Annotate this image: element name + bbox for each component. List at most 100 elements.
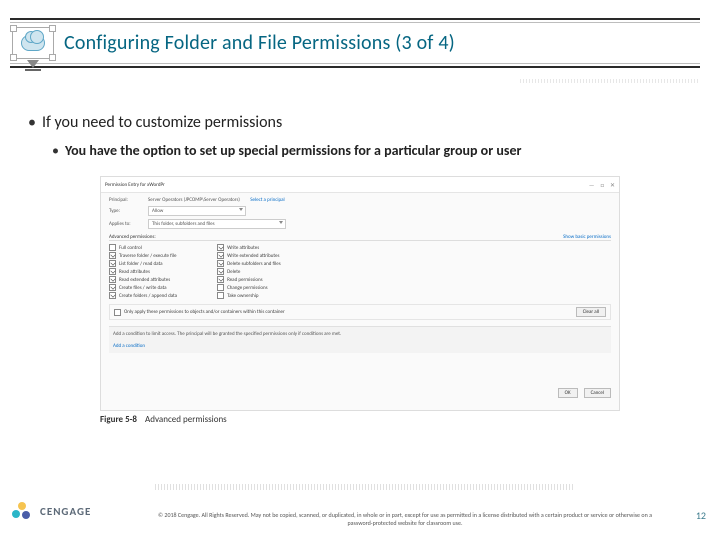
- slide-title: Configuring Folder and File Permissions …: [64, 31, 455, 55]
- cloud-monitor-icon: [12, 27, 54, 59]
- permission-checkbox[interactable]: Full control: [109, 244, 177, 251]
- figure-text: Advanced permissions: [145, 414, 227, 425]
- principal-value: Server Operators (JPCOMP\Server Operator…: [148, 197, 240, 203]
- type-value: Allow: [152, 208, 163, 214]
- cancel-button[interactable]: Cancel: [584, 388, 611, 398]
- figure-caption: Figure 5-8 Advanced permissions: [100, 414, 227, 425]
- permission-label: Write attributes: [227, 245, 259, 251]
- checkbox-icon: [114, 309, 121, 316]
- select-principal-link[interactable]: Select a principal: [250, 197, 284, 203]
- permission-label: Delete: [227, 269, 240, 275]
- permissions-column-right: Write attributes Write extended attribute…: [217, 244, 281, 299]
- permission-label: Read attributes: [119, 269, 150, 275]
- slide-body: •If you need to customize permissions • Y…: [28, 113, 690, 173]
- permission-checkbox[interactable]: Read attributes: [109, 268, 177, 275]
- permission-label: Traverse folder / execute file: [119, 253, 176, 259]
- permission-label: Delete subfolders and files: [227, 261, 281, 267]
- chevron-down-icon: [239, 208, 243, 211]
- page-number: 12: [696, 509, 706, 522]
- permission-checkbox[interactable]: Create folders / append data: [109, 292, 177, 299]
- slide-header: Configuring Folder and File Permissions …: [10, 18, 700, 68]
- apply-only-checkbox[interactable]: Only apply these permissions to objects …: [114, 309, 285, 316]
- permission-checkbox[interactable]: Take ownership: [217, 292, 281, 299]
- type-select[interactable]: Allow: [148, 206, 246, 216]
- monitor-stand-icon: [27, 60, 39, 68]
- monitor-base-icon: [25, 69, 41, 71]
- permission-label: Write extended attributes: [227, 253, 279, 259]
- bullet-text: You have the option to set up special pe…: [65, 142, 522, 159]
- permission-checkbox[interactable]: Write extended attributes: [217, 252, 281, 259]
- permissions-grid: Full control Traverse folder / execute fi…: [109, 244, 611, 299]
- brand-mark-icon: [12, 502, 34, 520]
- permission-label: Read extended attributes: [119, 277, 170, 283]
- permission-label: List folder / read data: [119, 261, 163, 267]
- permission-checkbox[interactable]: Create files / write data: [109, 284, 177, 291]
- checkbox-icon: [109, 284, 116, 291]
- advanced-label: Advanced permissions:: [109, 234, 156, 240]
- type-row: Type: Allow: [109, 206, 611, 216]
- dialog-titlebar: Permission Entry for xWordPr — □ ✕: [101, 177, 619, 193]
- header-rule-bottom: [10, 63, 700, 64]
- slide: Configuring Folder and File Permissions …: [0, 0, 720, 540]
- permission-label: Create files / write data: [119, 285, 167, 291]
- applies-select[interactable]: This folder, subfolders and files: [148, 219, 286, 229]
- type-label: Type:: [109, 208, 144, 214]
- add-condition-link[interactable]: Add a condition: [113, 343, 607, 349]
- bullet-level-2: • You have the option to set up special p…: [52, 142, 690, 159]
- dialog-title: Permission Entry for xWordPr: [105, 182, 165, 188]
- dialog-buttons: OK Cancel: [558, 388, 611, 398]
- advanced-permissions-header: Advanced permissions: Show basic permiss…: [109, 234, 611, 241]
- applies-row: Applies to: This folder, subfolders and …: [109, 219, 611, 229]
- checkbox-icon: [217, 268, 224, 275]
- figure-number: Figure 5-8: [100, 414, 137, 425]
- checkbox-icon: [109, 252, 116, 259]
- minimize-icon[interactable]: —: [589, 181, 594, 189]
- header-rule-top: [10, 22, 700, 23]
- permission-checkbox[interactable]: Change permissions: [217, 284, 281, 291]
- checkbox-icon: [109, 292, 116, 299]
- petal-icon: [12, 510, 20, 518]
- apply-only-label: Only apply these permissions to objects …: [124, 309, 285, 315]
- brand-text: CENGAGE: [40, 505, 91, 518]
- slide-footer: CENGAGE © 2018 Cengage. All Rights Reser…: [0, 490, 720, 540]
- applies-label: Applies to:: [109, 221, 144, 227]
- bullet-level-1: •If you need to customize permissions: [28, 113, 690, 132]
- cloud-icon: [21, 35, 45, 51]
- permission-checkbox[interactable]: Traverse folder / execute file: [109, 252, 177, 259]
- principal-row: Principal: Server Operators (JPCOMP\Serv…: [109, 197, 611, 203]
- chevron-down-icon: [279, 221, 283, 224]
- clear-all-button[interactable]: Clear all: [576, 307, 606, 317]
- corner-handle: [10, 54, 17, 61]
- permission-checkbox[interactable]: List folder / read data: [109, 260, 177, 267]
- maximize-icon[interactable]: □: [600, 181, 604, 189]
- checkbox-icon: [217, 252, 224, 259]
- checkbox-icon: [109, 268, 116, 275]
- permission-label: Read permissions: [227, 277, 263, 283]
- petal-icon: [22, 511, 30, 519]
- checkbox-icon: [217, 276, 224, 283]
- bullet-text: If you need to customize permissions: [42, 113, 282, 132]
- checkbox-icon: [109, 244, 116, 251]
- permission-checkbox[interactable]: Read permissions: [217, 276, 281, 283]
- checkbox-icon: [217, 260, 224, 267]
- close-icon[interactable]: ✕: [610, 181, 615, 189]
- show-basic-link[interactable]: Show basic permissions: [563, 234, 611, 240]
- permission-checkbox[interactable]: Write attributes: [217, 244, 281, 251]
- corner-handle: [10, 25, 17, 32]
- permission-checkbox[interactable]: Read extended attributes: [109, 276, 177, 283]
- permission-checkbox[interactable]: Delete subfolders and files: [217, 260, 281, 267]
- checkbox-icon: [217, 284, 224, 291]
- permission-label: Change permissions: [227, 285, 268, 291]
- permission-checkbox[interactable]: Delete: [217, 268, 281, 275]
- permissions-column-left: Full control Traverse folder / execute fi…: [109, 244, 177, 299]
- ok-button[interactable]: OK: [558, 388, 578, 398]
- decorative-wave: [520, 79, 700, 83]
- checkbox-icon: [109, 260, 116, 267]
- condition-text: Add a condition to limit access. The pri…: [113, 331, 607, 337]
- corner-handle: [49, 25, 56, 32]
- permission-label: Take ownership: [227, 293, 259, 299]
- bullet-marker: •: [52, 142, 59, 159]
- dialog-body: Principal: Server Operators (JPCOMP\Serv…: [101, 193, 619, 357]
- copyright-text: © 2018 Cengage. All Rights Reserved. May…: [150, 512, 660, 528]
- window-controls: — □ ✕: [589, 181, 615, 189]
